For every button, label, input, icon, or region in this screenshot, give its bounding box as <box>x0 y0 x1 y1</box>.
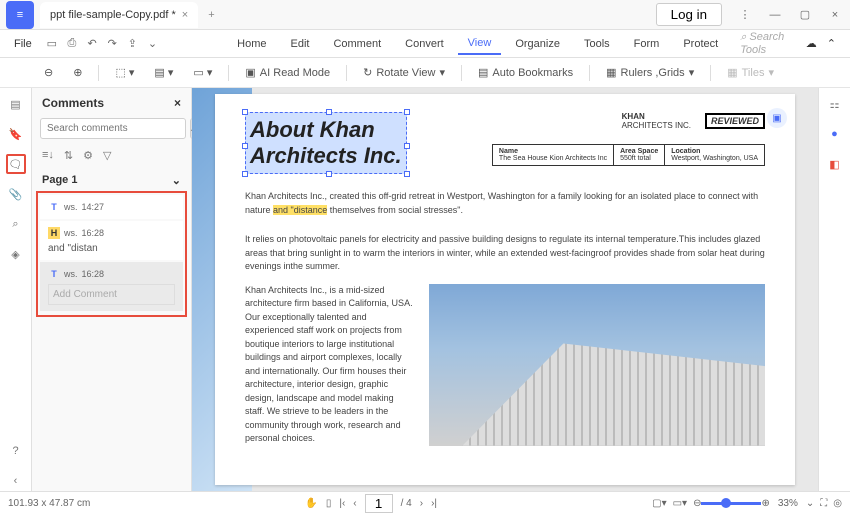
paragraph-1: Khan Architects Inc., created this off-g… <box>245 190 765 217</box>
help-icon[interactable]: ? <box>6 441 26 461</box>
menu-convert[interactable]: Convert <box>395 34 454 54</box>
comment-item[interactable]: H ws. 16:28 and "distan <box>40 221 183 260</box>
annotation-badge-icon[interactable]: ▣ <box>767 108 787 128</box>
zoom-out-button[interactable]: ⊖ <box>40 64 57 81</box>
layers-icon[interactable]: ◈ <box>6 244 26 264</box>
panel-title: Comments <box>42 96 104 110</box>
zoom-value[interactable]: 33% <box>778 498 798 509</box>
comments-panel-icon[interactable]: 🗨 <box>6 154 26 174</box>
reviewed-stamp: REVIEWED <box>705 113 765 129</box>
brand-logo: KHANARCHITECTS INC. <box>622 112 691 130</box>
fit-width-button[interactable]: ⬚ ▾ <box>111 64 138 81</box>
page-number-input[interactable] <box>365 494 393 513</box>
menu-form[interactable]: Form <box>624 34 670 54</box>
collapse-group-icon[interactable]: ⌄ <box>172 174 181 187</box>
save-icon[interactable]: ▭ <box>44 33 60 55</box>
menu-home[interactable]: Home <box>227 34 276 54</box>
comment-list: T ws. 14:27 H ws. 16:28 and "distan T ws… <box>36 191 187 317</box>
attachments-icon[interactable]: 📎 <box>6 184 26 204</box>
kebab-icon[interactable]: ⋮ <box>730 1 760 29</box>
search-tools-input[interactable]: ⌕ Search Tools <box>732 31 802 56</box>
comment-search-input[interactable] <box>40 118 186 139</box>
collapse-left-icon[interactable]: ‹ <box>6 471 26 491</box>
pdf-page: ▣ About Khan Architects Inc. KHANARCHITE… <box>215 94 795 485</box>
properties-icon[interactable]: ⚏ <box>825 94 845 114</box>
close-tab-icon[interactable]: × <box>182 9 188 21</box>
read-mode-button[interactable]: ▭ ▾ <box>189 64 216 81</box>
text-annotation-icon: T <box>48 201 60 213</box>
first-page-icon[interactable]: |‹ <box>339 498 345 509</box>
menu-tools[interactable]: Tools <box>574 34 620 54</box>
add-comment-input[interactable]: Add Comment <box>48 284 175 305</box>
auto-bookmarks-button[interactable]: ▤ Auto Bookmarks <box>474 64 577 81</box>
paragraph-3: Khan Architects Inc., is a mid-sized arc… <box>245 284 415 446</box>
minimize-icon[interactable]: — <box>760 1 790 29</box>
select-tool-icon[interactable]: ▯ <box>326 498 332 509</box>
thumbnails-icon[interactable]: ▤ <box>6 94 26 114</box>
new-tab-button[interactable]: + <box>198 9 224 21</box>
document-viewport[interactable]: ▣ About Khan Architects Inc. KHANARCHITE… <box>192 88 818 491</box>
zoom-out-status-icon[interactable]: ⊖ <box>693 498 701 509</box>
hand-tool-icon[interactable]: ✋ <box>305 498 317 509</box>
menu-view[interactable]: View <box>458 33 502 55</box>
cursor-coordinates: 101.93 x 47.87 cm <box>8 498 90 509</box>
integration-icon[interactable]: ◧ <box>825 154 845 174</box>
file-menu[interactable]: File <box>6 34 40 54</box>
menu-comment[interactable]: Comment <box>323 34 391 54</box>
redo-icon[interactable]: ↷ <box>104 33 120 55</box>
highlight-annotation-icon: H <box>48 227 60 239</box>
ai-read-mode-button[interactable]: ▣ AI Read Mode <box>241 64 334 81</box>
rulers-grids-button[interactable]: ▦ Rulers ,Grids ▾ <box>602 64 698 81</box>
app-logo: ≡ <box>6 1 34 29</box>
page-total: / 4 <box>401 498 412 509</box>
cloud-upload-icon[interactable]: ☁ <box>806 37 817 50</box>
text-annotation-icon: T <box>48 268 60 280</box>
paragraph-2: It relies on photovoltaic panels for ele… <box>245 233 765 274</box>
menu-organize[interactable]: Organize <box>505 34 570 54</box>
zoom-in-button[interactable]: ⊕ <box>69 64 86 81</box>
zoom-in-status-icon[interactable]: ⊕ <box>761 498 769 509</box>
highlighted-text[interactable]: and "distance <box>273 205 327 215</box>
ai-assistant-icon[interactable]: ● <box>825 124 845 144</box>
page-group-label[interactable]: Page 1 <box>42 174 77 187</box>
selected-text-box[interactable]: About Khan Architects Inc. <box>245 112 407 174</box>
page-display-button[interactable]: ▤ ▾ <box>150 64 177 81</box>
search-icon: ⌕ <box>740 31 746 43</box>
close-panel-icon[interactable]: × <box>174 96 181 110</box>
comment-item[interactable]: T ws. 14:27 <box>40 195 183 219</box>
chevron-down-icon[interactable]: ⌄ <box>144 33 160 55</box>
login-button[interactable]: Log in <box>656 3 722 26</box>
building-image <box>429 284 765 446</box>
next-page-icon[interactable]: › <box>420 498 423 509</box>
tab-title: ppt file-sample-Copy.pdf * <box>50 9 176 21</box>
print-icon[interactable]: ⎙ <box>64 33 80 55</box>
bookmarks-icon[interactable]: 🔖 <box>6 124 26 144</box>
chevron-down-icon[interactable]: ⌄ <box>806 498 814 509</box>
prev-page-icon[interactable]: ‹ <box>353 498 356 509</box>
search-panel-icon[interactable]: ⌕ <box>6 214 26 234</box>
fullscreen-icon[interactable]: ⛶ <box>820 498 827 509</box>
expand-icon[interactable]: ⇅ <box>64 149 73 162</box>
last-page-icon[interactable]: ›| <box>431 498 437 509</box>
comment-item-selected[interactable]: T ws. 16:28 Add Comment <box>40 262 183 311</box>
filter-icon[interactable]: ▽ <box>103 149 111 162</box>
collapse-ribbon-icon[interactable]: ⌃ <box>827 37 836 50</box>
sort-icon[interactable]: ≡↓ <box>42 149 54 162</box>
menu-edit[interactable]: Edit <box>280 34 319 54</box>
close-window-icon[interactable]: × <box>820 1 850 29</box>
maximize-icon[interactable]: ▢ <box>790 1 820 29</box>
settings-icon[interactable]: ⚙ <box>83 149 93 162</box>
undo-icon[interactable]: ↶ <box>84 33 100 55</box>
tiles-button: ▦ Tiles ▾ <box>723 64 778 81</box>
fit-width-icon[interactable]: ▭▾ <box>673 498 687 509</box>
share-icon[interactable]: ⇪ <box>124 33 140 55</box>
fit-page-icon[interactable]: ▢▾ <box>652 498 666 509</box>
reading-mode-icon[interactable]: ◎ <box>833 498 842 509</box>
menu-protect[interactable]: Protect <box>673 34 728 54</box>
rotate-view-button[interactable]: ↻ Rotate View ▾ <box>359 64 449 81</box>
comment-text: and "distan <box>48 243 175 254</box>
document-tab[interactable]: ppt file-sample-Copy.pdf * × <box>40 2 198 28</box>
info-table: NameThe Sea House Kion Architects Inc Ar… <box>492 144 765 166</box>
